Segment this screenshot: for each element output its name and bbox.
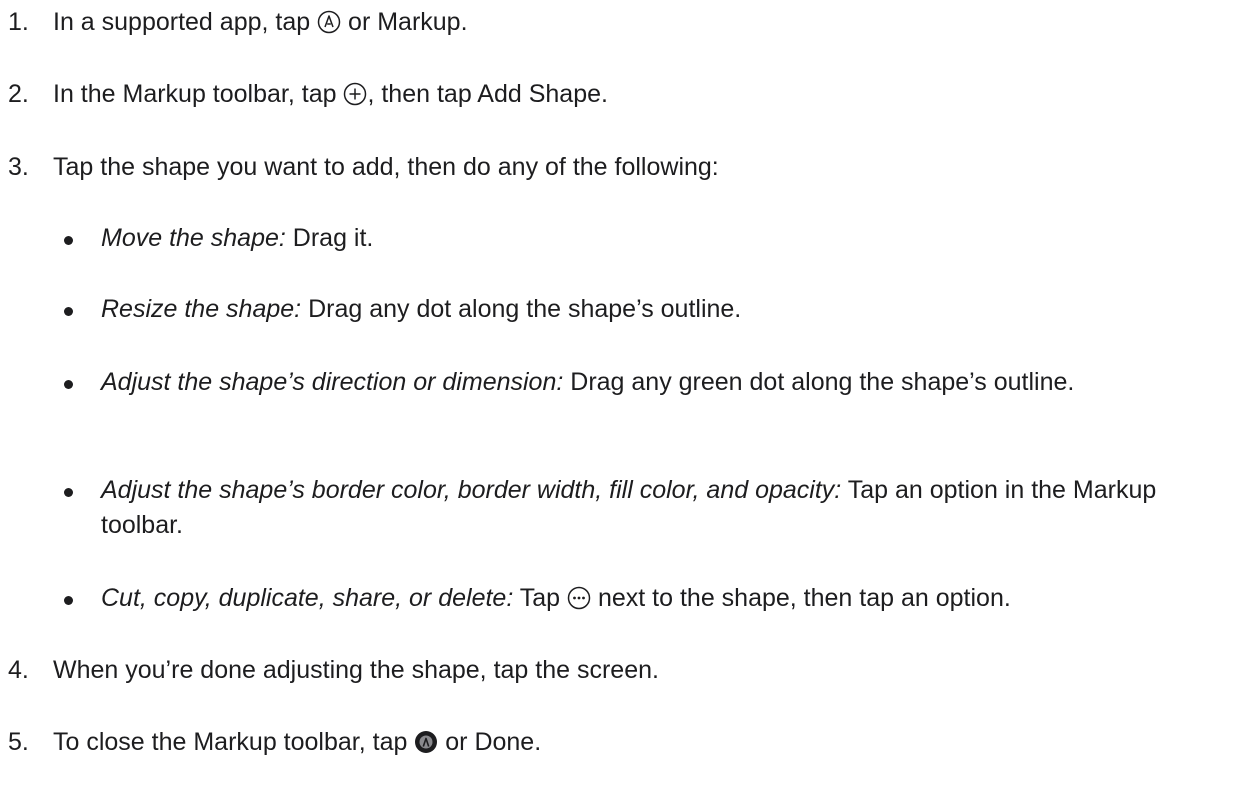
bullet-item: Adjust the shape’s border color, border … bbox=[60, 473, 1235, 543]
step-number: 2. bbox=[8, 80, 29, 108]
bullet-text: next to the shape, then tap an option. bbox=[591, 584, 1011, 612]
step-number: 4. bbox=[8, 656, 29, 684]
bullet-term: Adjust the shape’s border color, border … bbox=[101, 476, 842, 504]
bullet-item: Cut, copy, duplicate, share, or delete: … bbox=[60, 581, 1235, 616]
bullet-dot bbox=[64, 380, 73, 389]
step-1: 1. In a supported app, tap or Markup. bbox=[8, 5, 468, 40]
bullet-text: Drag any dot along the shape’s outline. bbox=[301, 295, 742, 323]
markup-icon bbox=[317, 10, 341, 34]
step-number: 1. bbox=[8, 8, 29, 36]
step-text: or Done. bbox=[438, 728, 542, 756]
step-4: 4. When you’re done adjusting the shape, … bbox=[8, 653, 659, 688]
bullet-text: Drag it. bbox=[285, 224, 374, 252]
bullet-term: Cut, copy, duplicate, share, or delete: bbox=[101, 584, 514, 612]
bullet-item: Adjust the shape’s direction or dimensio… bbox=[60, 365, 1235, 400]
step-2: 2. In the Markup toolbar, tap , then tap … bbox=[8, 77, 608, 112]
bullet-term: Resize the shape: bbox=[101, 295, 302, 323]
bullet-term: Adjust the shape’s direction or dimensio… bbox=[101, 368, 564, 396]
step-number: 3. bbox=[8, 153, 29, 181]
step-text: In a supported app, tap bbox=[53, 8, 318, 36]
bullet-text: Drag any green dot along the shape’s out… bbox=[563, 368, 1075, 396]
step-3: 3. Tap the shape you want to add, then do… bbox=[8, 150, 719, 185]
step-text: Tap the shape you want to add, then do a… bbox=[53, 153, 719, 181]
bullet-text: Tap bbox=[513, 584, 568, 612]
bullet-item: Move the shape: Drag it. bbox=[60, 221, 1235, 256]
step-text: When you’re done adjusting the shape, ta… bbox=[53, 656, 659, 684]
bullet-dot bbox=[64, 596, 73, 605]
markup-filled-icon bbox=[414, 730, 438, 754]
step-text: In the Markup toolbar, tap bbox=[53, 80, 344, 108]
step-text: To close the Markup toolbar, tap bbox=[53, 728, 415, 756]
bullet-item: Resize the shape: Drag any dot along the… bbox=[60, 292, 1235, 327]
instructions: 1. In a supported app, tap or Markup. 2. I… bbox=[0, 0, 1239, 799]
step-text: or Markup. bbox=[341, 8, 468, 36]
bullet-dot bbox=[64, 236, 73, 245]
step-text: , then tap Add Shape. bbox=[367, 80, 608, 108]
step-5: 5. To close the Markup toolbar, tap or Do… bbox=[8, 725, 541, 760]
more-icon bbox=[567, 586, 591, 610]
bullet-term: Move the shape: bbox=[101, 224, 286, 252]
add-circle-icon bbox=[343, 82, 367, 106]
bullet-dot bbox=[64, 307, 73, 316]
bullet-dot bbox=[64, 488, 73, 497]
step-number: 5. bbox=[8, 728, 29, 756]
